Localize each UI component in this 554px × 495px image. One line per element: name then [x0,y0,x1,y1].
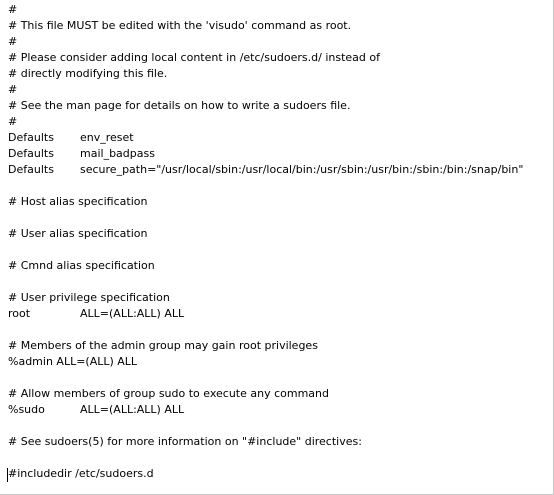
include-line: #includedir /etc/sudoers.d [8,467,154,480]
comment-line: # Cmnd alias specification [8,259,155,272]
comment-line: # See sudoers(5) for more information on… [8,435,362,448]
comment-line: # Host alias specification [8,195,148,208]
group-name: %sudo [8,403,45,416]
comment-line: # User alias specification [8,227,148,240]
directive-value: secure_path="/usr/local/sbin:/usr/local/… [80,163,524,176]
defaults-line: Defaults mail_badpass [8,146,549,162]
text-caret [7,468,8,482]
user-name: root [8,307,31,320]
privilege-line: %admin ALL=(ALL) ALL [8,355,138,368]
comment-line: # [8,3,18,16]
comment-line: # See the man page for details on how to… [8,99,351,112]
text-editor-area[interactable]: # # This file MUST be edited with the 'v… [0,0,554,495]
comment-line: # Members of the admin group may gain ro… [8,339,318,352]
comment-line: # [8,115,18,128]
file-content: # # This file MUST be edited with the 'v… [8,2,549,482]
directive-keyword: Defaults [8,163,54,176]
comment-line: # [8,83,18,96]
defaults-line: Defaults secure_path="/usr/local/sbin:/us… [8,162,549,178]
directive-value: mail_badpass [80,147,155,160]
privilege-line: %sudo ALL=(ALL:ALL) ALL [8,402,549,418]
comment-line: # directly modifying this file. [8,67,168,80]
directive-keyword: Defaults [8,147,54,160]
defaults-line: Defaults env_reset [8,130,549,146]
comment-line: # Please consider adding local content i… [8,51,381,64]
privilege-spec: ALL=(ALL:ALL) ALL [80,403,185,416]
privilege-line: root ALL=(ALL:ALL) ALL [8,306,549,322]
privilege-spec: ALL=(ALL:ALL) ALL [80,307,185,320]
comment-line: # [8,35,18,48]
directive-value: env_reset [80,131,134,144]
comment-line: # User privilege specification [8,291,170,304]
directive-keyword: Defaults [8,131,54,144]
comment-line: # This file MUST be edited with the 'vis… [8,19,352,32]
comment-line: # Allow members of group sudo to execute… [8,387,329,400]
